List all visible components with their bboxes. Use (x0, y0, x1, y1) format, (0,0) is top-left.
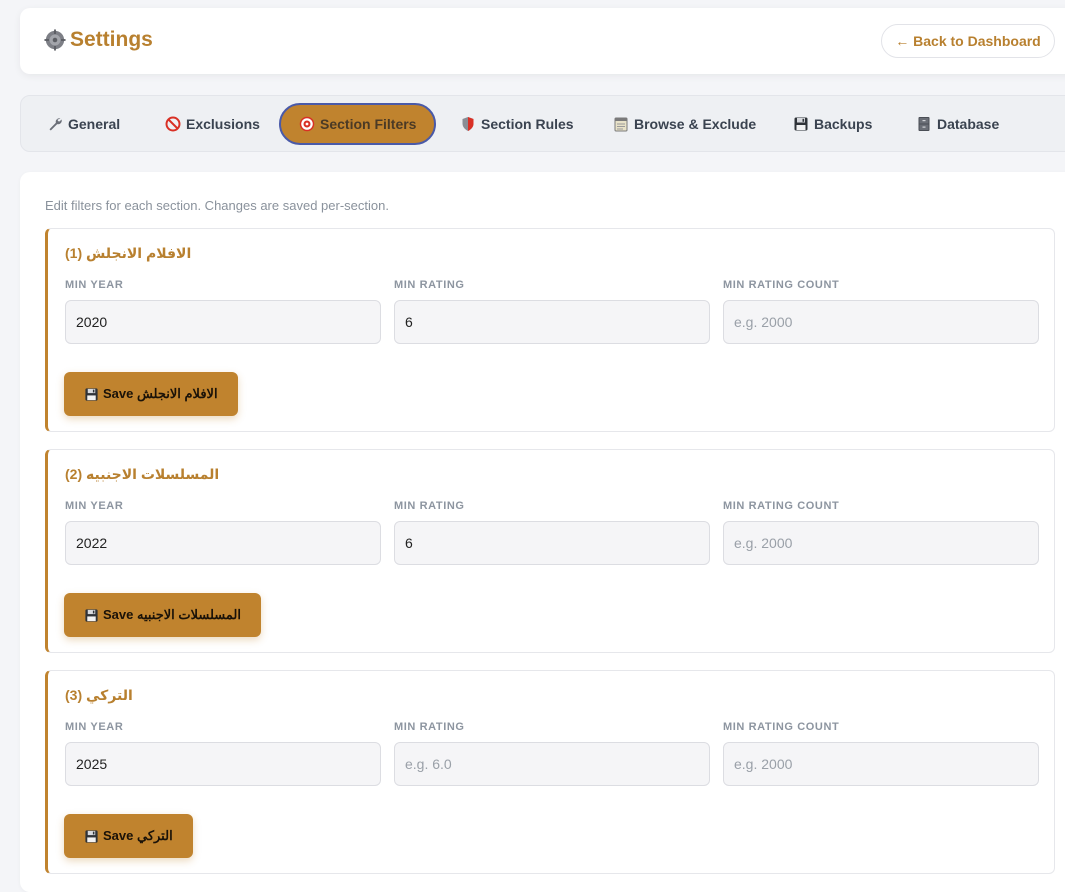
save-section-label: Save الافلام الانجلش (103, 386, 218, 401)
prohibited-icon (165, 116, 181, 132)
tab-backups[interactable]: Backups (793, 103, 872, 145)
section-card: المسلسلات الاجنبيه (2) MIN YEAR MIN RATI… (45, 449, 1055, 653)
gear-icon (44, 29, 66, 51)
floppy-icon (793, 116, 809, 132)
save-section-button[interactable]: Save المسلسلات الاجنبيه (64, 593, 261, 637)
section-title: الافلام الانجلش (1) (65, 245, 192, 261)
tab-general-label: General (68, 116, 121, 132)
min-year-label: MIN YEAR (65, 721, 124, 733)
wrench-icon (47, 116, 63, 132)
min-rating-count-label: MIN RATING COUNT (723, 279, 840, 291)
floppy-icon (84, 829, 99, 844)
page-header: Settings ← Back to Dashboard (20, 8, 1065, 74)
min-rating-count-input[interactable] (723, 742, 1039, 786)
shield-icon (460, 116, 476, 132)
intro-text: Edit filters for each section. Changes a… (45, 198, 389, 213)
tab-exclusions[interactable]: Exclusions (165, 103, 260, 145)
min-year-input[interactable] (65, 300, 381, 344)
tab-database-label: Database (937, 116, 1000, 132)
min-rating-input[interactable] (394, 300, 710, 344)
page-title: Settings (44, 28, 153, 52)
min-rating-count-input[interactable] (723, 300, 1039, 344)
min-rating-input[interactable] (394, 742, 710, 786)
min-rating-label: MIN RATING (394, 721, 465, 733)
save-section-label: Save التركي (103, 828, 173, 843)
min-rating-count-input[interactable] (723, 521, 1039, 565)
min-year-label: MIN YEAR (65, 279, 124, 291)
section-filters-panel: Edit filters for each section. Changes a… (20, 172, 1065, 892)
min-rating-input[interactable] (394, 521, 710, 565)
section-card: الافلام الانجلش (1) MIN YEAR MIN RATING … (45, 228, 1055, 432)
min-rating-label: MIN RATING (394, 279, 465, 291)
tab-database[interactable]: Database (916, 103, 999, 145)
min-rating-label: MIN RATING (394, 500, 465, 512)
min-year-label: MIN YEAR (65, 500, 124, 512)
tab-exclusions-label: Exclusions (186, 116, 260, 132)
page-title-text: Settings (70, 28, 153, 51)
save-section-button[interactable]: Save الافلام الانجلش (64, 372, 238, 416)
tab-backups-label: Backups (814, 116, 873, 132)
cabinet-icon (916, 116, 932, 132)
min-year-input[interactable] (65, 521, 381, 565)
floppy-icon (84, 387, 99, 402)
floppy-icon (84, 608, 99, 623)
section-title: المسلسلات الاجنبيه (2) (65, 466, 220, 482)
save-section-button[interactable]: Save التركي (64, 814, 193, 858)
min-rating-count-label: MIN RATING COUNT (723, 721, 840, 733)
section-card: التركي (3) MIN YEAR MIN RATING MIN RATIN… (45, 670, 1055, 874)
settings-tab-bar: General Exclusions Section Filters Secti… (20, 95, 1065, 152)
back-to-dashboard-label: ← Back to Dashboard (895, 33, 1041, 49)
tab-browse-exclude-label: Browse & Exclude (634, 116, 757, 132)
back-to-dashboard-button[interactable]: ← Back to Dashboard (881, 24, 1055, 58)
target-icon (299, 116, 315, 132)
notepad-icon (613, 116, 629, 132)
save-section-label: Save المسلسلات الاجنبيه (103, 607, 241, 622)
min-year-input[interactable] (65, 742, 381, 786)
tab-section-rules-label: Section Rules (481, 116, 574, 132)
tab-section-rules[interactable]: Section Rules (460, 103, 574, 145)
min-rating-count-label: MIN RATING COUNT (723, 500, 840, 512)
tab-section-filters[interactable]: Section Filters (279, 103, 437, 145)
tab-general[interactable]: General (47, 103, 120, 145)
tab-browse-exclude[interactable]: Browse & Exclude (613, 103, 756, 145)
section-title: التركي (3) (65, 687, 133, 703)
tab-section-filters-label: Section Filters (320, 116, 417, 132)
